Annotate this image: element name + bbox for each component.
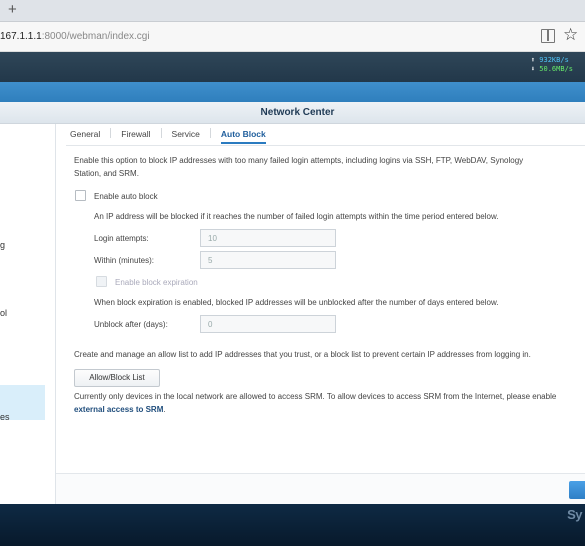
tab-auto-block[interactable]: Auto Block <box>220 126 266 144</box>
favorite-star-icon[interactable]: ☆ <box>563 25 578 45</box>
network-speed-widget[interactable]: ⬆ 932KB/s ⬇ 50.6MB/s <box>531 56 573 74</box>
download-arrow-icon: ⬇ <box>530 65 536 73</box>
external-access-link[interactable]: external access to SRM <box>74 405 163 414</box>
enable-auto-block-label[interactable]: Enable auto block <box>94 192 158 201</box>
srm-period: . <box>163 405 166 414</box>
download-speed: 50.6MB/s <box>539 65 573 73</box>
sidebar-item-3[interactable]: es <box>0 412 10 422</box>
unblock-after-input[interactable]: 0 <box>200 315 336 333</box>
tab-bar: General Firewall Service Auto Block <box>70 126 266 146</box>
auto-block-description: An IP address will be blocked if it reac… <box>94 212 499 221</box>
tab-divider <box>209 128 211 138</box>
tab-divider <box>110 128 112 138</box>
url-path: :8000/webman/index.cgi <box>41 31 150 42</box>
intro-text-line1: Enable this option to block IP addresses… <box>74 156 524 165</box>
new-tab-button[interactable]: + <box>8 2 17 18</box>
enable-block-expiration-checkbox[interactable] <box>96 276 107 287</box>
intro-text-line2: Station, and SRM. <box>74 169 139 178</box>
upload-arrow-icon: ⬆ <box>530 56 536 64</box>
sidebar: g ol es <box>0 124 56 504</box>
login-attempts-input[interactable]: 10 <box>200 229 336 247</box>
sidebar-item-1[interactable]: g <box>0 240 5 250</box>
tab-service[interactable]: Service <box>172 126 200 142</box>
network-center-window: Network Center g ol es General Firewall Se… <box>0 102 585 504</box>
dsm-taskbar: ⬆ 932KB/s ⬇ 50.6MB/s <box>0 52 585 82</box>
login-attempts-label: Login attempts: <box>94 234 149 243</box>
url-host: 167.1.1.1 <box>0 31 42 42</box>
window-title: Network Center <box>0 102 585 124</box>
dsm-subbar <box>0 82 585 102</box>
allow-block-description: Create and manage an allow list to add I… <box>74 350 531 359</box>
srm-access-line2: external access to SRM. <box>74 405 166 414</box>
window-footer <box>56 473 585 505</box>
block-expiration-description: When block expiration is enabled, blocke… <box>94 298 499 307</box>
tab-underline <box>66 145 585 146</box>
address-bar[interactable]: 167.1.1.1:8000/webman/index.cgi ☆ <box>0 22 585 52</box>
tab-firewall[interactable]: Firewall <box>121 126 150 142</box>
allow-block-list-button[interactable]: Allow/Block List <box>74 369 160 387</box>
sidebar-item-2[interactable]: ol <box>0 308 7 318</box>
tab-general[interactable]: General <box>70 126 100 142</box>
within-minutes-input[interactable]: 5 <box>200 251 336 269</box>
reader-view-icon[interactable] <box>541 29 555 43</box>
browser-tabstrip: + <box>0 0 585 22</box>
tab-divider <box>160 128 162 138</box>
synology-logo: Sy <box>567 507 582 522</box>
apply-button[interactable] <box>569 481 585 499</box>
url-text[interactable]: 167.1.1.1:8000/webman/index.cgi <box>0 31 150 42</box>
srm-access-description: Currently only devices in the local netw… <box>74 392 557 401</box>
unblock-after-label: Unblock after (days): <box>94 320 168 329</box>
within-minutes-label: Within (minutes): <box>94 256 155 265</box>
upload-speed: 932KB/s <box>539 56 569 64</box>
desktop-background: Sy <box>0 504 585 546</box>
enable-auto-block-checkbox[interactable] <box>75 190 86 201</box>
enable-block-expiration-label[interactable]: Enable block expiration <box>115 278 198 287</box>
